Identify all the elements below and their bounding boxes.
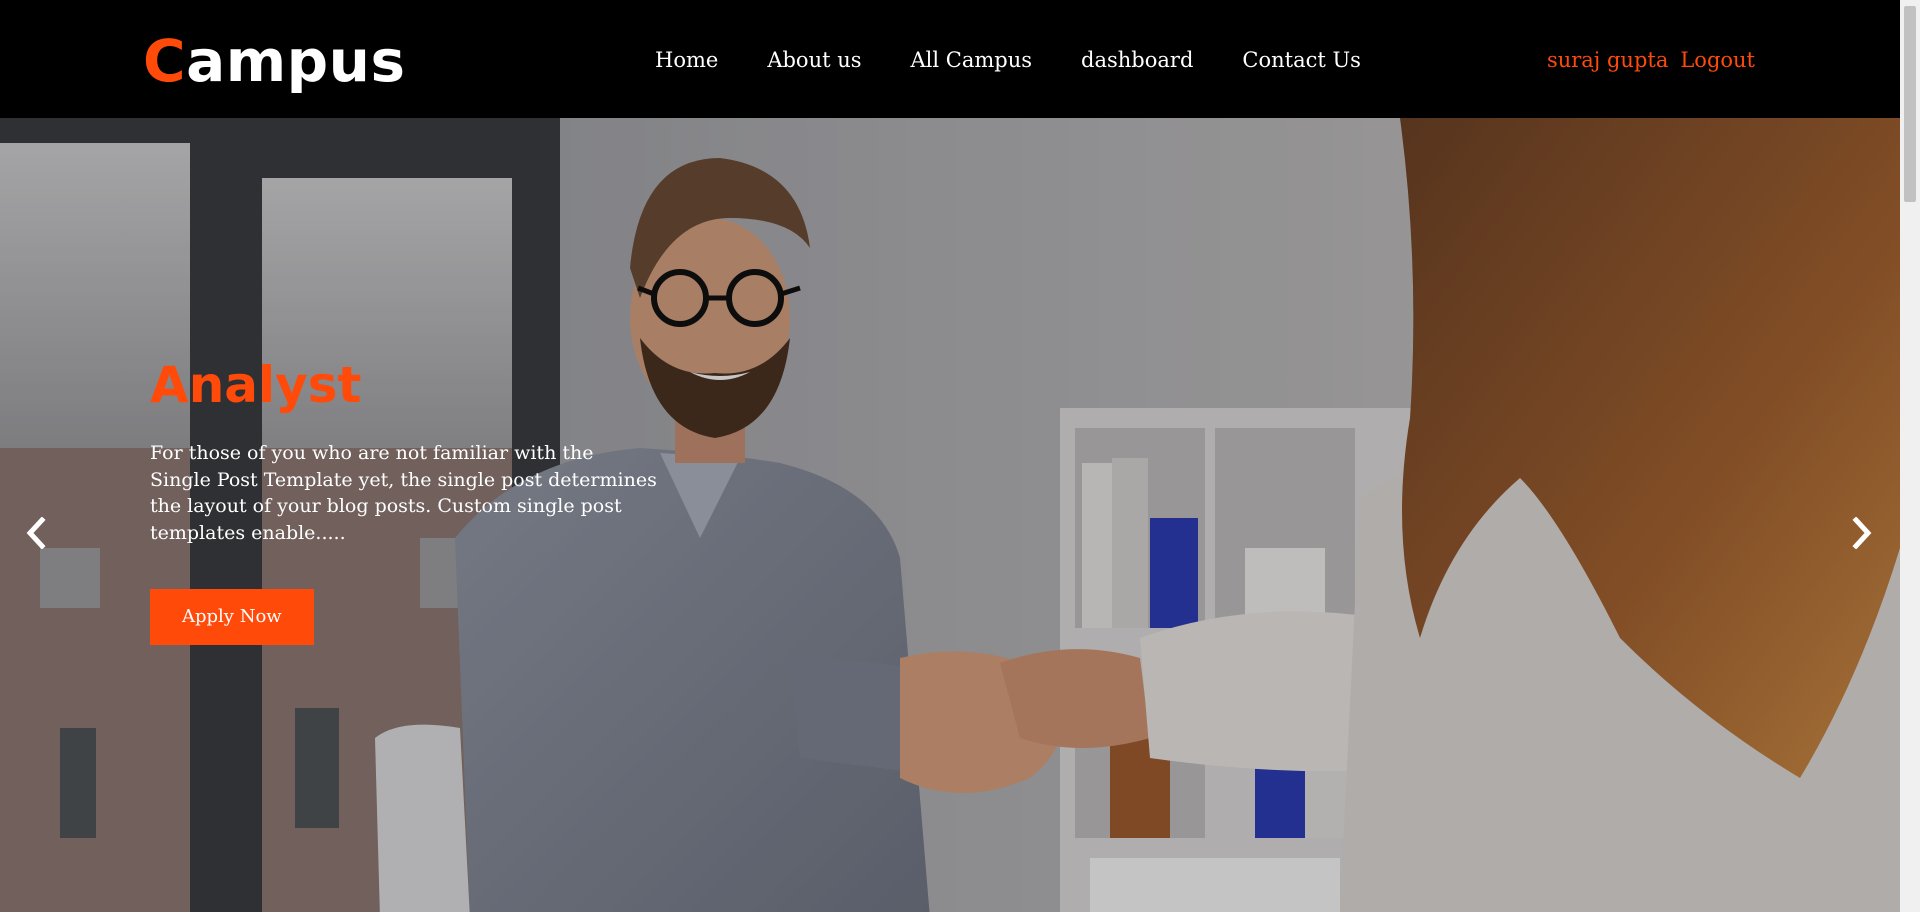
nav-dashboard[interactable]: dashboard bbox=[1081, 45, 1193, 75]
chevron-right-icon[interactable] bbox=[1842, 508, 1882, 558]
page-scrollbar[interactable] bbox=[1900, 0, 1920, 912]
site-header: Campus Home About us All Campus dashboar… bbox=[0, 0, 1900, 118]
chevron-left-icon[interactable] bbox=[16, 508, 56, 558]
scrollbar-thumb[interactable] bbox=[1904, 6, 1916, 202]
main-nav: Home About us All Campus dashboard Conta… bbox=[655, 45, 1361, 75]
site-logo[interactable]: Campus bbox=[143, 28, 405, 94]
hero-description: For those of you who are not familiar wi… bbox=[150, 442, 657, 544]
logo-accent-letter: C bbox=[143, 27, 187, 95]
apply-now-button[interactable]: Apply Now bbox=[150, 589, 314, 645]
logo-text: ampus bbox=[186, 27, 406, 95]
nav-contact-us[interactable]: Contact Us bbox=[1242, 45, 1361, 75]
hero-caption: Analyst For those of you who are not fam… bbox=[150, 356, 670, 645]
nav-home[interactable]: Home bbox=[655, 45, 718, 75]
nav-about-us[interactable]: About us bbox=[767, 45, 861, 75]
hero-slider: Analyst For those of you who are not fam… bbox=[0, 118, 1900, 912]
user-area: suraj gupta Logout bbox=[1547, 45, 1755, 75]
nav-all-campus[interactable]: All Campus bbox=[911, 45, 1033, 75]
logout-link[interactable]: Logout bbox=[1680, 45, 1755, 75]
user-name[interactable]: suraj gupta bbox=[1547, 45, 1668, 75]
hero-title: Analyst bbox=[150, 356, 362, 414]
